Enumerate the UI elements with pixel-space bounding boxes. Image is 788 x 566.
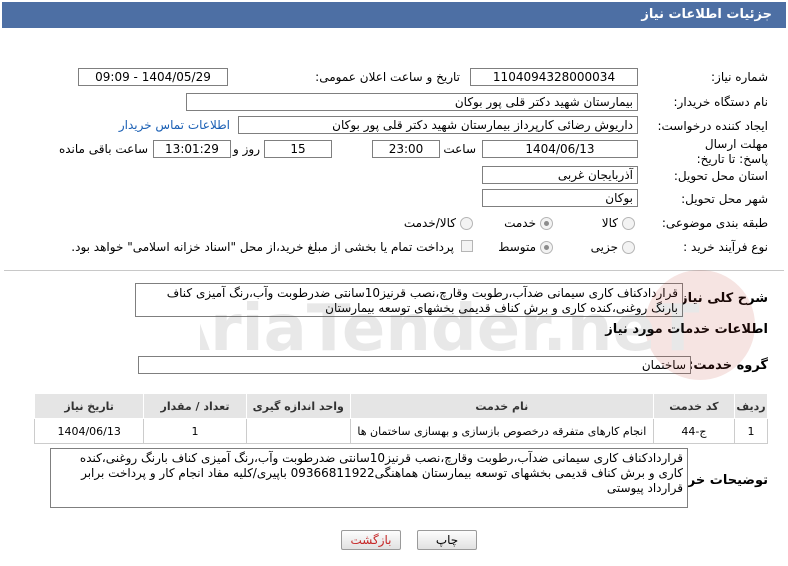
- remaining-time-field: 13:01:29: [153, 140, 231, 158]
- category-radio-service[interactable]: [540, 217, 553, 230]
- services-info-title: اطلاعات خدمات مورد نیاز: [605, 322, 768, 337]
- col-header-code: کد خدمت: [652, 393, 736, 419]
- table-row: 1 ج-44 انجام کارهای متفرقه درخصوص بازساز…: [33, 418, 768, 444]
- announce-datetime-field: 1404/05/29 - 09:09: [78, 68, 228, 86]
- print-button[interactable]: چاپ: [417, 530, 477, 550]
- category-radio-goods-service[interactable]: [460, 217, 473, 230]
- deadline-label: مهلت ارسال پاسخ: تا تاریخ:: [696, 137, 768, 166]
- general-desc-field: قراردادکناف کاری سیمانی ضدآب،رطوبت وقارچ…: [135, 283, 683, 317]
- days-field: 15: [264, 140, 332, 158]
- buyer-contact-link[interactable]: اطلاعات تماس خریدار: [119, 118, 230, 132]
- deadline-date-field: 1404/06/13: [482, 140, 638, 158]
- cell-service-code: ج-44: [652, 418, 736, 444]
- category-radio-goods[interactable]: [622, 217, 635, 230]
- treasury-payment-checkbox[interactable]: [461, 240, 473, 252]
- process-radio-minor[interactable]: [622, 241, 635, 254]
- cell-need-date: 1404/06/13: [33, 418, 145, 444]
- process-radio-medium[interactable]: [540, 241, 553, 254]
- process-option-minor: جزیی: [590, 240, 618, 254]
- city-field: بوکان: [482, 189, 638, 207]
- back-button[interactable]: بازگشت: [341, 530, 401, 550]
- section-divider: [4, 270, 784, 271]
- province-field: آذربایجان غربی: [482, 166, 638, 184]
- process-label: نوع فرآیند خرید :: [683, 240, 768, 254]
- service-group-field: ساختمان: [138, 356, 691, 374]
- cell-quantity: 1: [143, 418, 247, 444]
- days-label: روز و: [233, 142, 260, 156]
- category-option-goods: کالا: [601, 216, 618, 230]
- col-header-qty: تعداد / مقدار: [143, 393, 247, 419]
- province-label: استان محل تحویل:: [673, 169, 768, 183]
- deadline-time-label: ساعت: [443, 142, 476, 156]
- announce-datetime-label: تاریخ و ساعت اعلان عمومی:: [315, 70, 460, 84]
- process-option-medium: متوسط: [498, 240, 536, 254]
- col-header-name: نام خدمت: [349, 393, 654, 419]
- services-table: ردیف کد خدمت نام خدمت واحد اندازه گیری ت…: [33, 393, 768, 444]
- cell-row-number: 1: [734, 418, 768, 444]
- buyer-notes-field: قراردادکناف کاری سیمانی ضدآب،رطوبت وقارچ…: [50, 448, 688, 508]
- requester-field: داریوش رضائی کارپرداز بیمارستان شهید دکت…: [238, 116, 638, 134]
- category-option-service: خدمت: [504, 216, 536, 230]
- category-option-goods-service: کالا/خدمت: [403, 216, 456, 230]
- col-header-date: تاریخ نیاز: [33, 393, 145, 419]
- need-details-page: جزئیات اطلاعات نیاز شماره نیاز: 11040943…: [0, 0, 788, 566]
- table-header-row: ردیف کد خدمت نام خدمت واحد اندازه گیری ت…: [33, 393, 768, 419]
- deadline-time-field: 23:00: [372, 140, 440, 158]
- cell-service-name: انجام کارهای متفرقه درخصوص بازسازی و بهس…: [349, 418, 654, 444]
- col-header-row: ردیف: [734, 393, 768, 419]
- buyer-org-label: نام دستگاه خریدار:: [673, 95, 769, 109]
- need-number-field: 1104094328000034: [470, 68, 638, 86]
- city-label: شهر محل تحویل:: [681, 192, 768, 206]
- remaining-label: ساعت باقی مانده: [58, 142, 148, 156]
- cell-unit: [245, 418, 351, 444]
- requester-label: ایجاد کننده درخواست:: [657, 119, 768, 133]
- buyer-org-field: بیمارستان شهید دکتر قلی پور بوکان: [186, 93, 638, 111]
- category-label: طبقه بندی موضوعی:: [661, 216, 768, 230]
- service-group-label: گروه خدمت:: [688, 358, 768, 373]
- page-header: جزئیات اطلاعات نیاز: [2, 2, 786, 28]
- need-number-label: شماره نیاز:: [711, 70, 768, 84]
- general-desc-label: شرح کلی نیاز:: [674, 291, 768, 306]
- col-header-unit: واحد اندازه گیری: [245, 393, 351, 419]
- payment-note: پرداخت تمام یا بخشی از مبلغ خرید،از محل …: [71, 240, 454, 254]
